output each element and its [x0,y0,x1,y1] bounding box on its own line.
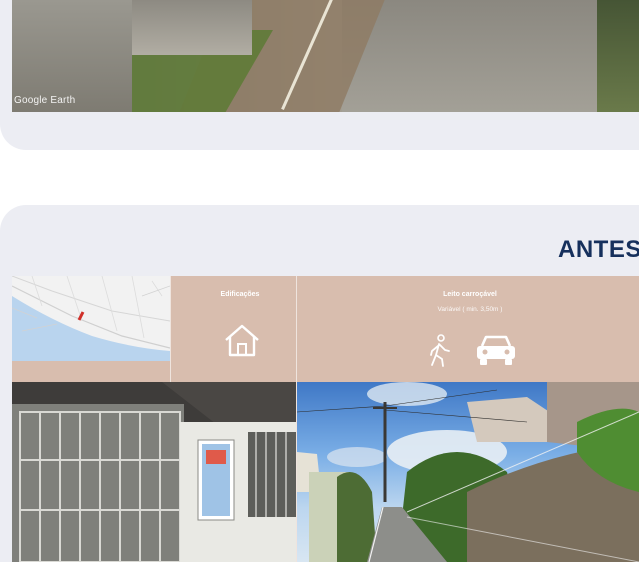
column-divider [170,276,171,382]
location-map [12,276,170,361]
column-title-buildings: Edificações [220,291,260,298]
google-earth-watermark: Google Earth [14,95,76,106]
column-subtitle-roadway: Variável ( min. 3,50m ) [437,306,503,313]
street-photo-top: Google Earth [12,0,639,112]
pedestrian-icon [426,333,452,374]
house-icon [222,322,262,363]
section-heading: ANTES [558,236,639,263]
street-photo-road [297,382,639,562]
car-icon [474,332,518,373]
street-photo-buildings [12,382,296,562]
column-title-roadway: Leito carroçável [443,291,497,298]
